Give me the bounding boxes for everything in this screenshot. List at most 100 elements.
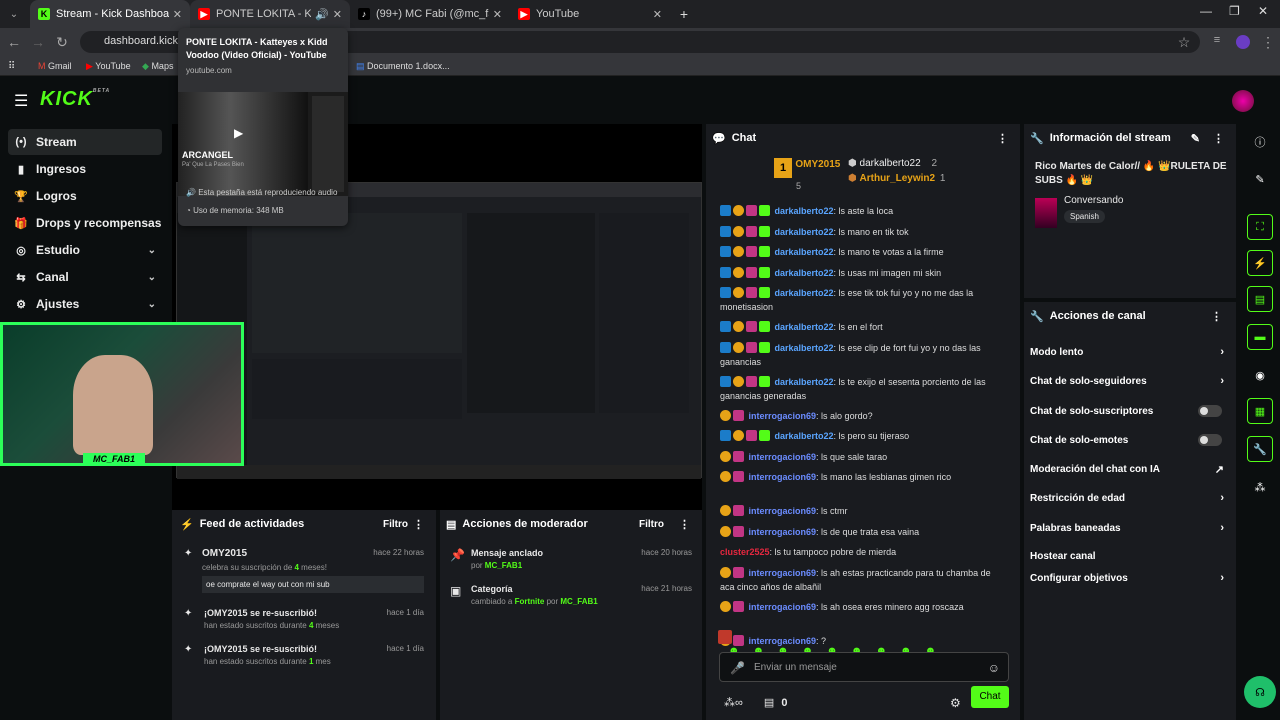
user-avatar[interactable] — [1232, 90, 1254, 112]
chat-username[interactable]: darkalberto22 — [775, 227, 834, 237]
forward-icon[interactable]: → — [26, 34, 50, 50]
category-thumbnail — [1035, 198, 1057, 228]
new-tab-button[interactable]: + — [672, 3, 696, 25]
sidebar-item-drops[interactable]: 🎁 Drops y recompensas — [8, 210, 162, 236]
sidebar-item-ingresos[interactable]: ▮ Ingresos — [8, 156, 162, 182]
chat-username[interactable]: darkalberto22 — [775, 247, 834, 257]
chat-icon[interactable]: ▬ — [1247, 324, 1273, 350]
top-gifter-3[interactable]: ⬢ Arthur_Leywin2 1 — [848, 173, 945, 184]
emoji-icon[interactable]: ☺ — [988, 661, 1000, 675]
reload-icon[interactable]: ↻ — [50, 34, 74, 51]
info-icon[interactable]: ⓘ — [1247, 129, 1273, 155]
feed-desc: han estado suscritos durante 1 mes — [204, 657, 331, 666]
emote-devil-icon[interactable] — [718, 630, 732, 644]
close-window-icon[interactable]: ✕ — [1258, 4, 1268, 18]
profile-avatar[interactable] — [1236, 35, 1250, 49]
support-chat-icon[interactable]: ☊ — [1244, 676, 1276, 708]
channel-action-item[interactable]: Chat de solo-seguidores › — [1030, 367, 1230, 395]
tab-ponte-lokita[interactable]: ▶ PONTE LOKITA - Katteyes x Kidd Voodoo … — [190, 0, 350, 28]
sidebar-item-estudio[interactable]: ◎ Estudio ⌄ — [8, 237, 162, 263]
close-tab-icon[interactable]: ✕ — [333, 8, 342, 21]
bookmark-youtube[interactable]: ▶ YouTube — [86, 61, 131, 72]
stream-category: Conversando — [1064, 195, 1124, 206]
chat-username[interactable]: interrogacion69 — [749, 452, 817, 462]
chat-username[interactable]: darkalberto22 — [775, 268, 834, 278]
toggle-switch[interactable] — [1198, 434, 1222, 446]
tab-tiktok[interactable]: ♪ (99+) MC Fabi (@mc_fab1) | Tik ✕ — [350, 0, 510, 28]
tab-search-button[interactable]: ⌄ — [2, 3, 26, 25]
channel-action-item[interactable]: Modo lento › — [1030, 338, 1230, 366]
edit-icon[interactable]: ✎ — [1247, 166, 1273, 192]
send-chat-button[interactable]: Chat — [971, 686, 1009, 708]
gift-badge-icon — [759, 266, 770, 278]
channel-action-item[interactable]: Restricción de edad › — [1030, 484, 1230, 512]
apps-grid-icon[interactable]: ⠿ — [8, 61, 15, 72]
wrench-icon[interactable]: 🔧 — [1247, 436, 1273, 462]
channel-action-item[interactable]: Chat de solo-emotes — [1030, 426, 1230, 454]
close-tab-icon[interactable]: ✕ — [493, 8, 502, 21]
chat-username[interactable]: interrogacion69 — [749, 472, 817, 482]
chat-input[interactable]: 🎤 Enviar un mensaje ☺ — [719, 652, 1009, 682]
more-icon[interactable]: ⋮ — [997, 132, 1008, 145]
channel-action-item[interactable]: Configurar objetivos › — [1030, 564, 1230, 592]
tab-youtube[interactable]: ▶ YouTube ✕ — [510, 0, 670, 28]
more-icon[interactable]: ⋮ — [1213, 132, 1224, 145]
more-icon[interactable]: ⋮ — [679, 518, 690, 531]
chat-settings-icon[interactable]: ⚙ — [950, 696, 961, 710]
edit-pencil-icon[interactable]: ✎ — [1191, 132, 1200, 145]
wrench-icon: 🔧 — [1030, 310, 1044, 323]
chat-username[interactable]: darkalberto22 — [775, 288, 834, 298]
hamburger-menu-icon[interactable]: ☰ — [14, 91, 28, 111]
kick-points-icon[interactable]: ⁂∞ — [724, 697, 743, 709]
microphone-icon[interactable]: 🎤 — [730, 661, 745, 675]
broadcast-icon[interactable]: ◉ — [1247, 362, 1273, 388]
kick-logo[interactable]: KICKBETA — [40, 88, 110, 111]
bookmark-gmail[interactable]: M Gmail — [38, 61, 72, 71]
channel-action-item[interactable]: Chat de solo-suscriptores — [1030, 397, 1230, 425]
panel-title: Información del stream — [1049, 132, 1171, 144]
lightning-icon[interactable]: ⚡ — [1247, 250, 1273, 276]
kick-points-icon[interactable]: ⁂ — [1247, 474, 1273, 500]
bookmark-maps[interactable]: ◆ Maps — [142, 61, 173, 72]
menu-icon[interactable]: ⋮ — [1256, 34, 1280, 51]
chat-username[interactable]: interrogacion69 — [749, 602, 817, 612]
chat-username[interactable]: interrogacion69 — [749, 506, 817, 516]
filter-button[interactable]: Filtro — [639, 519, 664, 530]
speaker-icon[interactable]: 🔊 — [315, 8, 329, 21]
toggle-switch[interactable] — [1198, 405, 1222, 417]
store-icon[interactable]: ▤ — [764, 697, 774, 709]
chat-username[interactable]: darkalberto22 — [775, 322, 834, 332]
chat-username[interactable]: interrogacion69 — [749, 568, 817, 578]
sidebar-item-logros[interactable]: 🏆 Logros — [8, 183, 162, 209]
chat-username[interactable]: darkalberto22 — [775, 431, 834, 441]
close-tab-icon[interactable]: ✕ — [653, 8, 662, 21]
chat-username[interactable]: darkalberto22 — [775, 343, 834, 353]
more-icon[interactable]: ⋮ — [1211, 310, 1222, 323]
sidebar-item-ajustes[interactable]: ⚙ Ajustes ⌄ — [8, 291, 162, 317]
screen-capture-icon[interactable]: ⛶ — [1247, 214, 1273, 240]
chat-username[interactable]: darkalberto22 — [775, 377, 834, 387]
bookmark-star-icon[interactable]: ☆ — [1172, 34, 1196, 51]
sidebar-item-canal[interactable]: ⇆ Canal ⌄ — [8, 264, 162, 290]
panel-layout-icon[interactable]: ▦ — [1247, 398, 1273, 424]
media-controls-icon[interactable]: ≡ — [1205, 34, 1229, 46]
chat-username[interactable]: interrogacion69 — [749, 527, 817, 537]
maximize-icon[interactable]: ❐ — [1229, 4, 1240, 18]
close-tab-icon[interactable]: ✕ — [173, 8, 182, 21]
chat-username[interactable]: cluster2525 — [720, 547, 770, 557]
top-gifter-1[interactable]: 1 OMY2015 5 — [774, 156, 840, 192]
sidebar-item-stream[interactable]: (•) Stream — [8, 129, 162, 155]
more-icon[interactable]: ⋮ — [413, 518, 424, 531]
bookmark-document[interactable]: ▤ Documento 1.docx... — [356, 61, 450, 72]
document-icon[interactable]: ▤ — [1247, 286, 1273, 312]
minimize-icon[interactable]: — — [1200, 4, 1212, 18]
chat-username[interactable]: darkalberto22 — [775, 206, 834, 216]
top-gifter-2[interactable]: ⬢ darkalberto22 2 — [848, 158, 937, 169]
channel-action-item[interactable]: Palabras baneadas › — [1030, 514, 1230, 542]
instagram-badge-icon — [733, 471, 744, 482]
channel-action-item[interactable]: Moderación del chat con IA ↗ — [1030, 455, 1230, 483]
back-icon[interactable]: ← — [2, 34, 26, 50]
chat-username[interactable]: interrogacion69 — [749, 411, 817, 421]
tab-kick-dashboard[interactable]: K Stream - Kick Dashboard ✕ — [30, 0, 190, 28]
filter-button[interactable]: Filtro — [383, 519, 408, 530]
